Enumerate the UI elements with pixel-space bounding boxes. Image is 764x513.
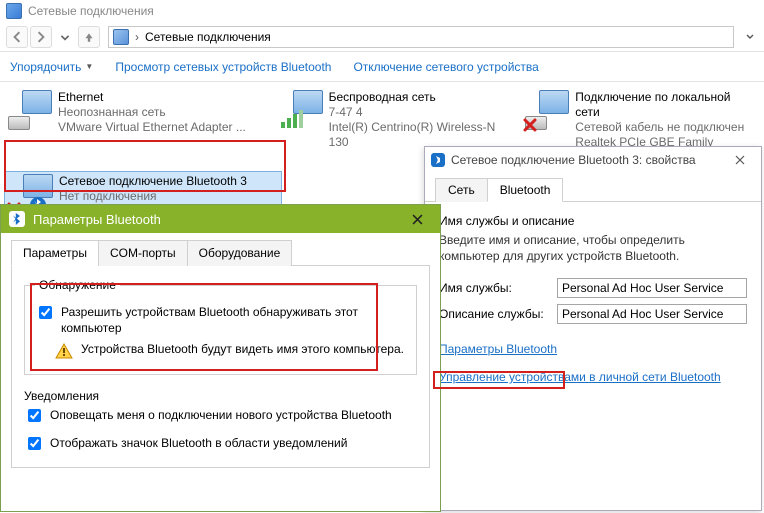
service-desc-label: Описание службы: bbox=[439, 307, 549, 321]
service-name-label: Имя службы: bbox=[439, 281, 549, 295]
properties-tabs: Сеть Bluetooth bbox=[425, 173, 761, 202]
location-icon bbox=[113, 29, 129, 45]
bluetooth-icon bbox=[431, 153, 445, 167]
tab-bluetooth[interactable]: Bluetooth bbox=[487, 178, 564, 202]
notify-connect-checkbox[interactable]: Оповещать меня о подключении нового устр… bbox=[24, 407, 417, 425]
nav-bar: › Сетевые подключения bbox=[0, 22, 764, 52]
properties-window: Сетевое подключение Bluetooth 3: свойств… bbox=[424, 146, 762, 511]
organize-label: Упорядочить bbox=[10, 60, 81, 74]
connection-status: Сетевой кабель не подключен bbox=[575, 120, 756, 135]
tab-network[interactable]: Сеть bbox=[435, 178, 488, 202]
notify-connect-label: Оповещать меня о подключении нового устр… bbox=[50, 407, 392, 423]
connection-name: Подключение по локальной сети bbox=[575, 90, 756, 120]
section-description: Введите имя и описание, чтобы определить… bbox=[439, 232, 747, 264]
connection-device: VMware Virtual Ethernet Adapter ... bbox=[58, 120, 246, 135]
properties-title: Сетевое подключение Bluetooth 3: свойств… bbox=[451, 153, 696, 167]
connection-name: Сетевое подключение Bluetooth 3 bbox=[59, 174, 247, 189]
discovery-group: Обнаружение Разрешить устройствам Blueto… bbox=[24, 278, 417, 375]
adapter-icon bbox=[525, 90, 569, 130]
chevron-right-icon: › bbox=[135, 30, 139, 44]
connection-status: Неопознанная сеть bbox=[58, 105, 246, 120]
chevron-down-icon: ▼ bbox=[85, 62, 93, 71]
bt-settings-title-bar[interactable]: Параметры Bluetooth bbox=[1, 205, 440, 233]
allow-discovery-label: Разрешить устройствам Bluetooth обнаружи… bbox=[61, 304, 406, 336]
bt-settings-title: Параметры Bluetooth bbox=[33, 212, 161, 227]
connection-status: 7-47 4 bbox=[329, 105, 512, 120]
service-desc-input[interactable] bbox=[557, 304, 747, 324]
connection-item-ethernet[interactable]: Ethernet Неопознанная сеть VMware Virtua… bbox=[4, 88, 269, 167]
notify-connect-input[interactable] bbox=[28, 409, 41, 422]
forward-button[interactable] bbox=[30, 26, 52, 48]
tray-icon-label: Отображать значок Bluetooth в области ув… bbox=[50, 435, 347, 451]
tray-icon-input[interactable] bbox=[28, 437, 41, 450]
close-button[interactable] bbox=[725, 150, 755, 170]
error-x-icon bbox=[523, 118, 537, 132]
connection-status: Нет подключения bbox=[59, 189, 247, 204]
connection-name: Беспроводная сеть bbox=[329, 90, 512, 105]
tab-com-ports[interactable]: COM-порты bbox=[98, 240, 188, 266]
service-name-input[interactable] bbox=[557, 278, 747, 298]
manage-pan-link[interactable]: Управление устройствами в личной сети Bl… bbox=[439, 370, 747, 384]
tray-icon-checkbox[interactable]: Отображать значок Bluetooth в области ув… bbox=[24, 435, 417, 453]
bluetooth-icon bbox=[9, 211, 25, 227]
view-bluetooth-devices[interactable]: Просмотр сетевых устройств Bluetooth bbox=[115, 60, 331, 74]
discovery-legend: Обнаружение bbox=[35, 278, 120, 292]
bt-settings-tabs: Параметры COM-порты Оборудование bbox=[11, 239, 430, 266]
close-button[interactable] bbox=[402, 209, 432, 229]
connection-name: Ethernet bbox=[58, 90, 246, 105]
section-heading: Имя службы и описание bbox=[439, 214, 747, 228]
command-bar: Упорядочить ▼ Просмотр сетевых устройств… bbox=[0, 52, 764, 82]
tab-parameters[interactable]: Параметры bbox=[11, 240, 99, 266]
disable-device[interactable]: Отключение сетевого устройства bbox=[353, 60, 538, 74]
recent-dropdown[interactable] bbox=[54, 26, 76, 48]
warning-icon bbox=[55, 342, 73, 360]
window-title: Сетевые подключения bbox=[28, 4, 154, 18]
back-button[interactable] bbox=[6, 26, 28, 48]
properties-title-bar[interactable]: Сетевое подключение Bluetooth 3: свойств… bbox=[425, 147, 761, 173]
breadcrumb[interactable]: Сетевые подключения bbox=[145, 30, 271, 44]
adapter-icon bbox=[8, 90, 52, 130]
notifications-legend: Уведомления bbox=[24, 389, 417, 403]
tab-hardware[interactable]: Оборудование bbox=[187, 240, 293, 266]
organize-menu[interactable]: Упорядочить ▼ bbox=[10, 60, 93, 74]
app-icon bbox=[6, 3, 22, 19]
address-bar[interactable]: › Сетевые подключения bbox=[108, 26, 734, 48]
address-dropdown[interactable] bbox=[742, 30, 758, 44]
wifi-icon bbox=[279, 90, 323, 130]
bluetooth-settings-link[interactable]: Параметры Bluetooth bbox=[439, 342, 747, 356]
allow-discovery-input[interactable] bbox=[39, 306, 52, 319]
allow-discovery-checkbox[interactable]: Разрешить устройствам Bluetooth обнаружи… bbox=[35, 304, 406, 336]
up-button[interactable] bbox=[78, 26, 100, 48]
discovery-warning-text: Устройства Bluetooth будут видеть имя эт… bbox=[81, 342, 404, 360]
bluetooth-settings-window: Параметры Bluetooth Параметры COM-порты … bbox=[0, 204, 441, 512]
window-title-bar: Сетевые подключения bbox=[0, 0, 764, 22]
notifications-group: Уведомления Оповещать меня о подключении… bbox=[24, 389, 417, 457]
